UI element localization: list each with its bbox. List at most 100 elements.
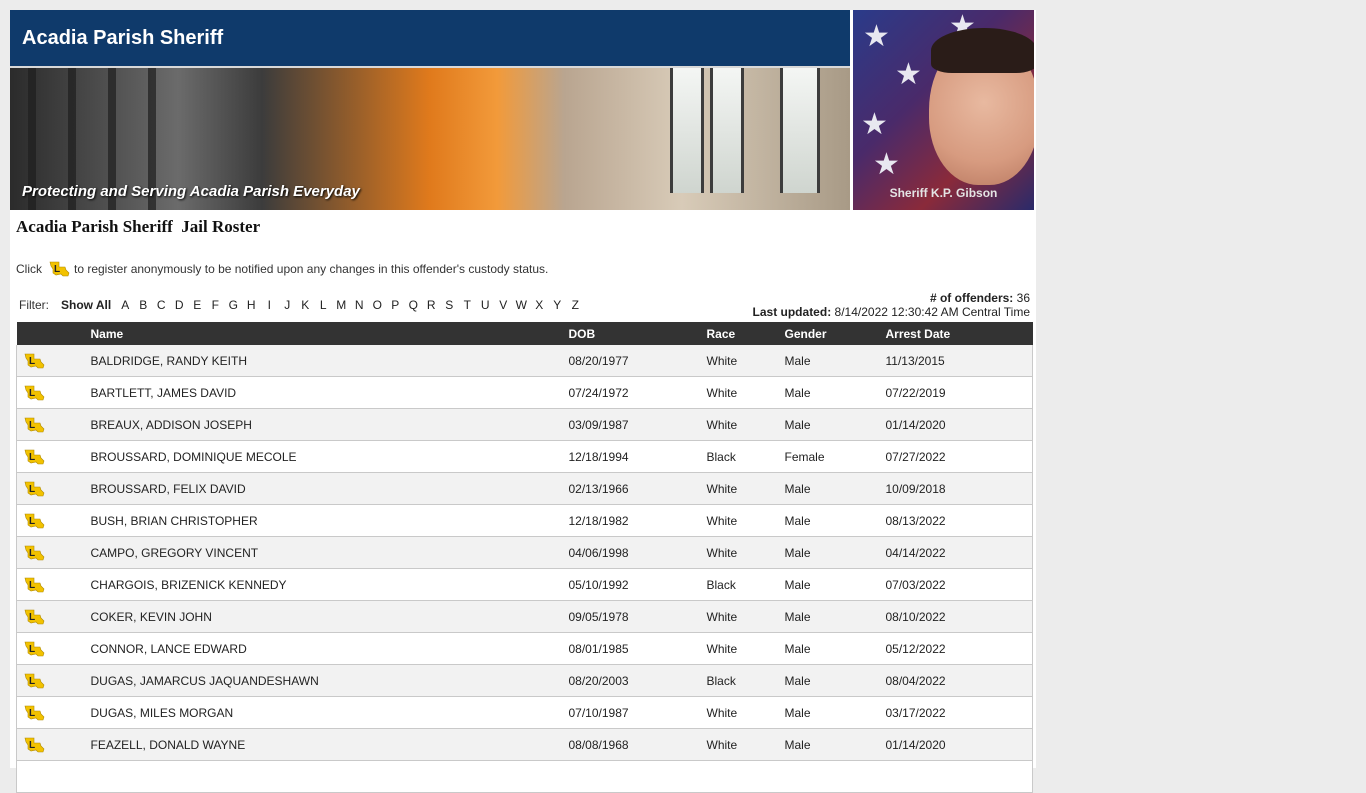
filter-letter-d[interactable]: D [170, 298, 188, 312]
louisiana-notify-icon[interactable]: L [23, 735, 45, 755]
notify-cell: L [16, 376, 87, 409]
filter-letter-c[interactable]: C [152, 298, 170, 312]
cell-arrest-date: 11/13/2015 [881, 345, 1033, 377]
filter-letter-f[interactable]: F [206, 298, 224, 312]
cell-dob: 08/01/1985 [564, 632, 703, 665]
filter-letter-m[interactable]: M [332, 298, 350, 312]
filter-letter-p[interactable]: P [386, 298, 404, 312]
cell-name[interactable] [86, 760, 565, 793]
filter-letter-a[interactable]: A [116, 298, 134, 312]
louisiana-notify-icon[interactable]: L [23, 607, 45, 627]
star-icon: ★ [895, 58, 922, 91]
filter-letter-j[interactable]: J [278, 298, 296, 312]
table-row: L CONNOR, LANCE EDWARD 08/01/1985 White Male… [16, 632, 1033, 665]
cell-dob: 02/13/1966 [564, 472, 703, 505]
sheriff-hair [931, 28, 1034, 73]
table-row: L BARTLETT, JAMES DAVID 07/24/1972 White Mal… [16, 376, 1033, 409]
filter-letter-q[interactable]: Q [404, 298, 422, 312]
cell-arrest-date: 07/22/2019 [881, 376, 1033, 409]
filter-letter-r[interactable]: R [422, 298, 440, 312]
louisiana-notify-icon[interactable]: L [23, 575, 45, 595]
louisiana-notify-icon[interactable]: L [23, 543, 45, 563]
cell-arrest-date: 08/13/2022 [881, 504, 1033, 537]
filter-letter-u[interactable]: U [476, 298, 494, 312]
cell-name[interactable]: BUSH, BRIAN CHRISTOPHER [86, 504, 565, 537]
louisiana-notify-icon[interactable]: L [23, 351, 45, 371]
louisiana-notify-icon[interactable]: L [23, 639, 45, 659]
cell-dob: 05/10/1992 [564, 568, 703, 601]
cell-race: Black [702, 440, 781, 473]
svg-text:L: L [29, 356, 35, 367]
filter-letter-n[interactable]: N [350, 298, 368, 312]
filter-letter-k[interactable]: K [296, 298, 314, 312]
filter-letter-y[interactable]: Y [548, 298, 566, 312]
cell-race: White [702, 728, 781, 761]
louisiana-notify-icon[interactable]: L [23, 511, 45, 531]
cell-name[interactable]: BREAUX, ADDISON JOSEPH [86, 408, 565, 441]
cell-dob: 04/06/1998 [564, 536, 703, 569]
cell-gender: Male [780, 345, 882, 377]
filter-letter-o[interactable]: O [368, 298, 386, 312]
filter-letter-x[interactable]: X [530, 298, 548, 312]
filter-letter-e[interactable]: E [188, 298, 206, 312]
louisiana-notify-icon[interactable]: L [23, 671, 45, 691]
cell-dob: 07/24/1972 [564, 376, 703, 409]
filter-letter-t[interactable]: T [458, 298, 476, 312]
cell-name[interactable]: CAMPO, GREGORY VINCENT [86, 536, 565, 569]
louisiana-notify-icon[interactable]: L [23, 447, 45, 467]
cell-name[interactable]: DUGAS, MILES MORGAN [86, 696, 565, 729]
cell-name[interactable]: BARTLETT, JAMES DAVID [86, 376, 565, 409]
table-row: L BROUSSARD, DOMINIQUE MECOLE 12/18/1994 Bl… [16, 440, 1033, 473]
cell-gender: Male [780, 568, 882, 601]
cell-arrest-date [881, 760, 1033, 793]
filter-letter-s[interactable]: S [440, 298, 458, 312]
louisiana-notify-icon[interactable]: L [23, 703, 45, 723]
cell-name[interactable]: BROUSSARD, FELIX DAVID [86, 472, 565, 505]
filter-letter-i[interactable]: I [260, 298, 278, 312]
louisiana-notify-icon[interactable]: L [48, 259, 70, 279]
filter-letter-z[interactable]: Z [566, 298, 584, 312]
cell-name[interactable]: CONNOR, LANCE EDWARD [86, 632, 565, 665]
cell-name[interactable]: BALDRIDGE, RANDY KEITH [86, 345, 565, 377]
filter-letter-l[interactable]: L [314, 298, 332, 312]
cell-race: White [702, 600, 781, 633]
column-header-arrest-date[interactable]: Arrest Date [881, 322, 1033, 345]
cell-name[interactable]: BROUSSARD, DOMINIQUE MECOLE [86, 440, 565, 473]
cell-race: Black [702, 568, 781, 601]
cell-name[interactable]: CHARGOIS, BRIZENICK KENNEDY [86, 568, 565, 601]
column-header-name[interactable]: Name [86, 322, 565, 345]
cell-name[interactable]: FEAZELL, DONALD WAYNE [86, 728, 565, 761]
louisiana-notify-icon[interactable]: L [23, 383, 45, 403]
filter-show-all[interactable]: Show All [61, 298, 111, 312]
column-header-race[interactable]: Race [702, 322, 781, 345]
table-row: L BUSH, BRIAN CHRISTOPHER 12/18/1982 White M… [16, 504, 1033, 537]
header-banner: Acadia Parish Sheriff Protecting and Ser… [10, 10, 850, 210]
sheriff-photo: ★ ★ ★ ★ ★ Sheriff K.P. Gibson [853, 10, 1034, 210]
site-title[interactable]: Acadia Parish Sheriff [22, 27, 223, 50]
filter-letter-v[interactable]: V [494, 298, 512, 312]
cell-gender: Male [780, 600, 882, 633]
notify-cell: L [16, 728, 87, 761]
cell-name[interactable]: DUGAS, JAMARCUS JAQUANDESHAWN [86, 664, 565, 697]
column-header-gender[interactable]: Gender [780, 322, 882, 345]
cell-name[interactable]: COKER, KEVIN JOHN [86, 600, 565, 633]
table-row: L BREAUX, ADDISON JOSEPH 03/09/1987 White Ma… [16, 408, 1033, 441]
filter-letter-b[interactable]: B [134, 298, 152, 312]
jail-window [780, 68, 820, 193]
filter-letter-h[interactable]: H [242, 298, 260, 312]
svg-text:L: L [29, 516, 35, 527]
filter-letter-w[interactable]: W [512, 298, 530, 312]
column-header-dob[interactable]: DOB [564, 322, 703, 345]
svg-text:L: L [29, 420, 35, 431]
cell-gender: Male [780, 632, 882, 665]
table-header-row: Name DOB Race Gender Arrest Date [16, 322, 1033, 345]
louisiana-notify-icon[interactable]: L [23, 479, 45, 499]
cell-arrest-date: 01/14/2020 [881, 408, 1033, 441]
louisiana-notify-icon[interactable]: L [23, 415, 45, 435]
cell-dob: 08/20/1977 [564, 345, 703, 377]
page-title: Acadia Parish Sheriff Jail Roster [16, 217, 261, 236]
notify-cell: L [16, 568, 87, 601]
filter-letter-g[interactable]: G [224, 298, 242, 312]
table-row: L BROUSSARD, FELIX DAVID 02/13/1966 White Ma… [16, 472, 1033, 505]
roster-table: Name DOB Race Gender Arrest Date L BALDRI… [16, 322, 1033, 793]
